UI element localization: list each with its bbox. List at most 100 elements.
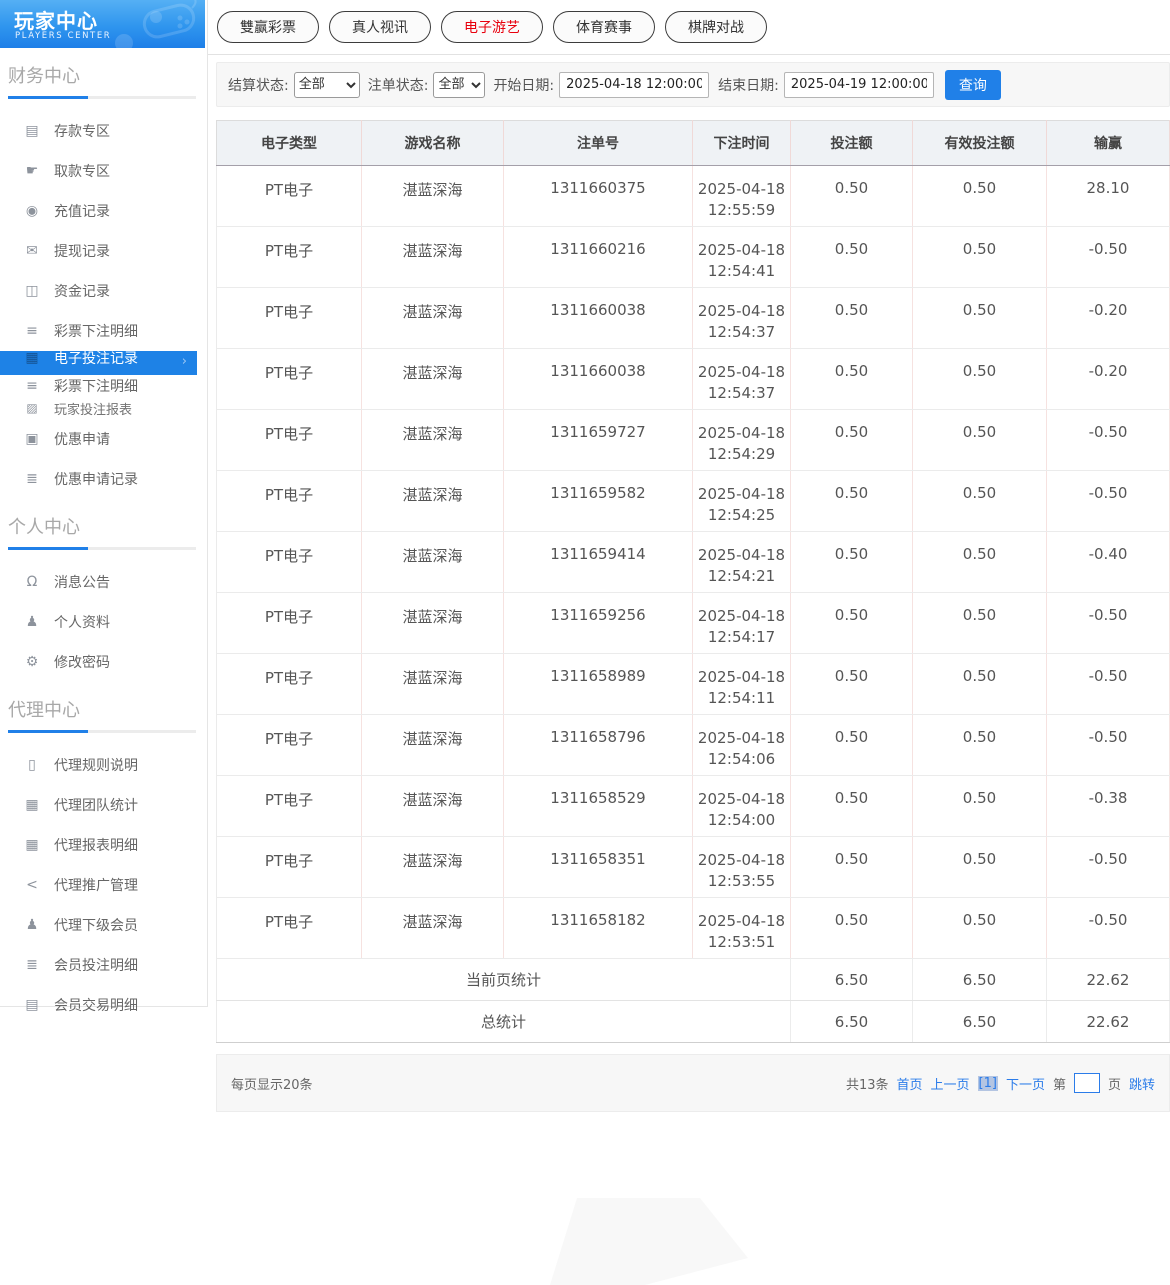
sidebar-item-team-stats[interactable]: ▦代理团队统计: [0, 785, 207, 825]
sidebar-item-report[interactable]: ▨玩家投注报表: [0, 397, 207, 419]
filter-bar: 结算状态: 全部 注单状态: 全部 开始日期: 结束日期: 查询: [216, 62, 1170, 107]
cell-valid-bet-amount: 0.50: [913, 410, 1047, 471]
table-row: PT电子湛蓝深海13116603752025-04-1812:55:590.50…: [217, 166, 1170, 227]
cell-bet-amount: 0.50: [791, 776, 913, 837]
cell-bet-amount: 0.50: [791, 410, 913, 471]
sidebar-item-withdrawal-records[interactable]: ✉提现记录: [0, 231, 207, 271]
sidebar-item-lottery-details[interactable]: ≡彩票下注明细: [0, 311, 207, 351]
sidebar-item-deposit[interactable]: ▤ 存款专区: [0, 111, 207, 151]
sidebar-item-lottery-details[interactable]: ≡彩票下注明细: [0, 375, 207, 397]
start-date-label: 开始日期:: [493, 75, 554, 95]
cell-bet-time: 2025-04-1812:54:29: [693, 410, 791, 471]
sidebar-item-label: 提现记录: [54, 241, 110, 261]
cell-bet-time: 2025-04-1812:54:41: [693, 227, 791, 288]
cell-game-name: 湛蓝深海: [362, 166, 504, 227]
cell-win-loss: -0.50: [1047, 593, 1170, 654]
cell-game-type: PT电子: [217, 166, 362, 227]
sidebar-item-game-records[interactable]: ▦电子投注记录›: [0, 351, 197, 375]
cell-bet-time: 2025-04-1812:53:51: [693, 898, 791, 959]
bet-time-line: 12:54:25: [695, 505, 788, 526]
chevron-right-icon: ›: [182, 354, 187, 369]
cell-game-name: 湛蓝深海: [362, 288, 504, 349]
table-row: PT电子湛蓝深海13116595822025-04-1812:54:250.50…: [217, 471, 1170, 532]
cell-game-type: PT电子: [217, 837, 362, 898]
promo-records-icon: ≣: [22, 471, 42, 487]
cell-win-loss: -0.50: [1047, 471, 1170, 532]
end-date-label: 结束日期:: [718, 75, 779, 95]
cell-bet-amount: 0.50: [791, 166, 913, 227]
main-content: 雙赢彩票真人视讯电子游艺体育赛事棋牌对战 结算状态: 全部 注单状态: 全部 开…: [208, 0, 1170, 1285]
cell-game-name: 湛蓝深海: [362, 349, 504, 410]
sidebar-item-recharge-records[interactable]: ◉ 充值记录: [0, 191, 207, 231]
settle-status-select[interactable]: 全部: [294, 72, 360, 98]
tab-electronic-games[interactable]: 电子游艺: [441, 11, 543, 43]
cell-win-loss: -0.50: [1047, 837, 1170, 898]
jump-button[interactable]: 跳转: [1129, 1074, 1155, 1093]
tab-lottery[interactable]: 雙赢彩票: [217, 11, 319, 43]
sidebar-item-profile[interactable]: ♟个人资料: [0, 602, 207, 642]
cell-win-loss: -0.50: [1047, 654, 1170, 715]
sidebar-item-label: 代理报表明细: [54, 835, 138, 855]
prev-page-link[interactable]: 上一页: [931, 1074, 970, 1093]
first-page-link[interactable]: 首页: [896, 1074, 922, 1093]
order-status-label: 注单状态:: [368, 75, 429, 95]
deposit-icon: ▤: [22, 123, 42, 139]
sidebar-item-member-bets[interactable]: ≣会员投注明细: [0, 945, 207, 985]
bet-date-line: 2025-04-18: [695, 789, 788, 810]
table-row: PT电子湛蓝深海13116585292025-04-1812:54:000.50…: [217, 776, 1170, 837]
tab-board-games[interactable]: 棋牌对战: [665, 11, 767, 43]
game-category-tabs: 雙赢彩票真人视讯电子游艺体育赛事棋牌对战: [208, 0, 1170, 55]
sidebar-item-funds-records[interactable]: ◫资金记录: [0, 271, 207, 311]
end-date-input[interactable]: [784, 72, 934, 98]
sidebar-item-promo-apply[interactable]: ▣优惠申请: [0, 419, 207, 459]
cell-bet-time: 2025-04-1812:54:11: [693, 654, 791, 715]
bet-date-line: 2025-04-18: [695, 179, 788, 200]
jump-label-pre: 第: [1053, 1074, 1066, 1093]
cell-bet-id: 1311658529: [504, 776, 693, 837]
current-page-indicator[interactable]: [1]: [978, 1076, 998, 1091]
bet-date-line: 2025-04-18: [695, 850, 788, 871]
cell-valid-bet-amount: 0.50: [913, 776, 1047, 837]
cell-bet-amount: 0.50: [791, 349, 913, 410]
query-button[interactable]: 查询: [945, 70, 1001, 100]
start-date-input[interactable]: [559, 72, 709, 98]
sidebar-item-members[interactable]: ♟代理下级会员: [0, 905, 207, 945]
sidebar-item-label: 充值记录: [54, 201, 110, 221]
sidebar-item-withdraw[interactable]: ☛取款专区: [0, 151, 207, 191]
sidebar-item-messages[interactable]: Ω消息公告: [0, 562, 207, 602]
bet-date-line: 2025-04-18: [695, 484, 788, 505]
cell-game-type: PT电子: [217, 227, 362, 288]
cell-bet-amount: 0.50: [791, 532, 913, 593]
page-jump-input[interactable]: [1074, 1073, 1100, 1093]
sidebar-item-promo-records[interactable]: ≣优惠申请记录: [0, 459, 207, 499]
sidebar-item-member-trans[interactable]: ▤会员交易明细: [0, 985, 207, 1025]
cell-bet-amount: 0.50: [791, 837, 913, 898]
bet-time-line: 12:54:29: [695, 444, 788, 465]
order-status-select[interactable]: 全部: [433, 72, 485, 98]
next-page-link[interactable]: 下一页: [1006, 1074, 1045, 1093]
report-details-icon: ▦: [22, 837, 42, 853]
bet-time-line: 12:54:11: [695, 688, 788, 709]
sidebar-item-label: 存款专区: [54, 121, 110, 141]
tab-sports[interactable]: 体育赛事: [553, 11, 655, 43]
cell-bet-amount: 0.50: [791, 654, 913, 715]
recharge-records-icon: ◉: [22, 203, 42, 219]
jump-label-post: 页: [1108, 1074, 1121, 1093]
sidebar-item-label: 取款专区: [54, 161, 110, 181]
bet-time-line: 12:54:06: [695, 749, 788, 770]
sidebar-item-label: 会员投注明细: [54, 955, 138, 975]
sidebar-item-report-details[interactable]: ▦ 代理报表明细: [0, 825, 207, 865]
pagination-controls: 共13条 首页 上一页 [1] 下一页 第 页 跳转: [846, 1073, 1155, 1093]
table-header-row: 电子类型游戏名称注单号下注时间投注额有效投注额输赢: [217, 121, 1170, 166]
sidebar-item-password[interactable]: ⚙修改密码: [0, 642, 207, 682]
messages-icon: Ω: [22, 574, 42, 590]
sidebar-item-label: 代理规则说明: [54, 755, 138, 775]
tab-live-casino[interactable]: 真人视讯: [329, 11, 431, 43]
sidebar-item-rules[interactable]: ▯代理规则说明: [0, 745, 207, 785]
promo-apply-icon: ▣: [22, 431, 42, 447]
sidebar-item-label: 代理下级会员: [54, 915, 138, 935]
cell-bet-id: 1311660038: [504, 349, 693, 410]
app-title: 玩家中心: [14, 5, 98, 34]
sidebar-item-promotion[interactable]: <代理推广管理: [0, 865, 207, 905]
table-row: PT电子湛蓝深海13116589892025-04-1812:54:110.50…: [217, 654, 1170, 715]
